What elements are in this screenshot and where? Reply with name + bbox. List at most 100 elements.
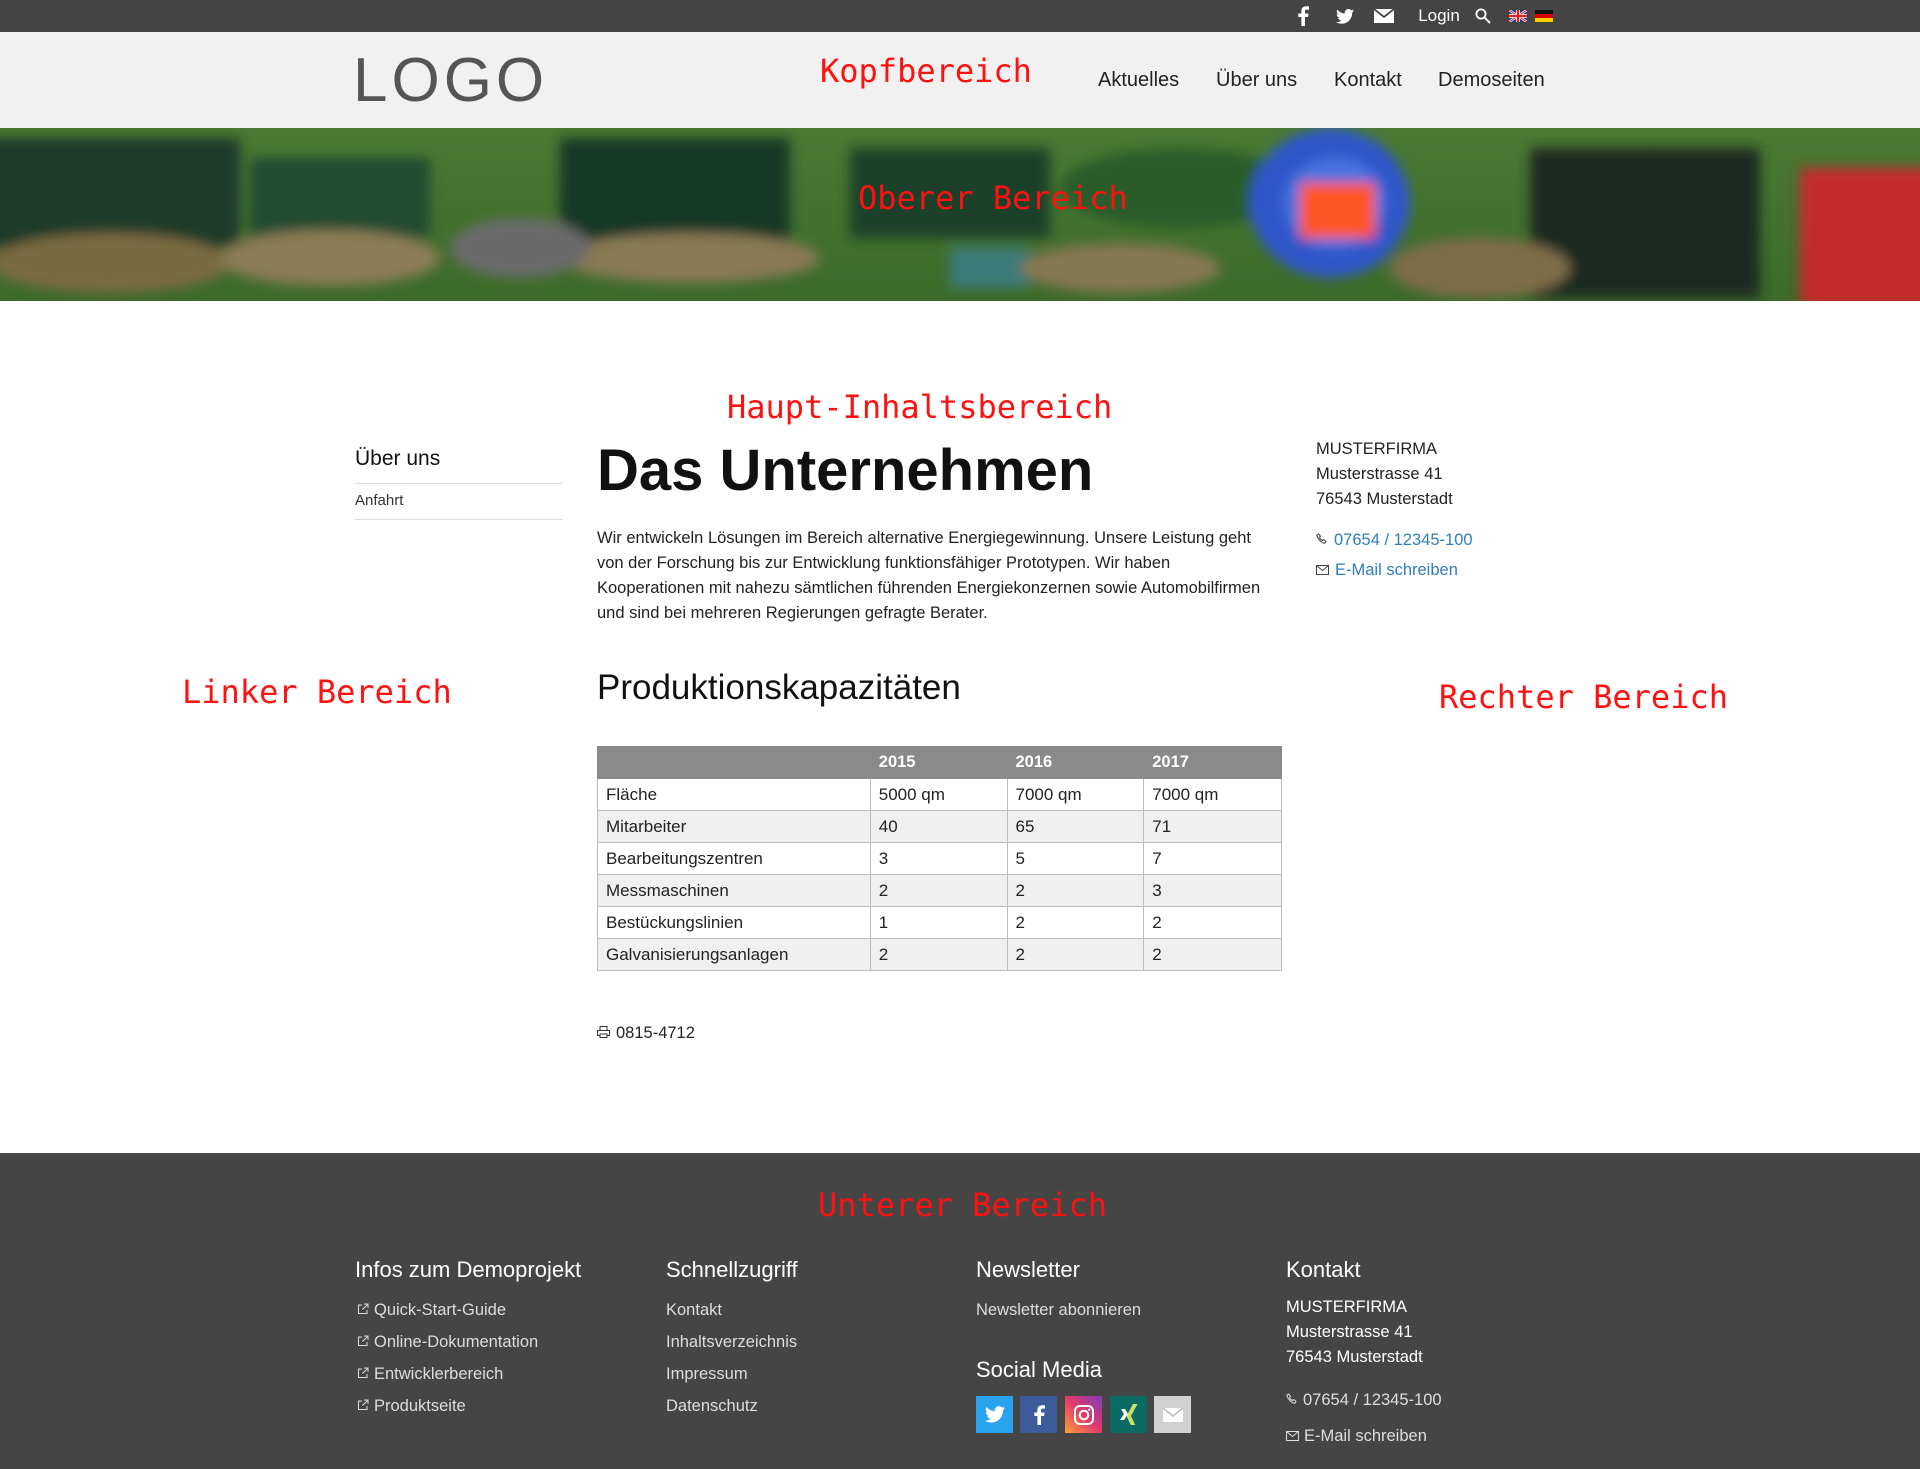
footer-phone-text: 07654 / 12345-100 (1303, 1391, 1442, 1409)
email-link[interactable]: E-Mail schreiben (1335, 558, 1458, 583)
region-label-kopf: Kopfbereich (820, 52, 1032, 90)
region-label-unten: Unterer Bereich (818, 1186, 1107, 1224)
fax-icon (597, 1024, 610, 1043)
footer-link-online-doku[interactable]: Online-Dokumentation (357, 1332, 538, 1352)
nav-item-demoseiten[interactable]: Demoseiten (1438, 52, 1545, 108)
table-cell: 5 (1006, 842, 1145, 875)
footer-link-inhaltsverzeichnis[interactable]: Inhaltsverzeichnis (666, 1332, 797, 1352)
flag-de-icon[interactable] (1534, 0, 1554, 32)
external-link-icon (357, 1396, 369, 1416)
facebook-icon[interactable] (1020, 1396, 1057, 1433)
table-cell: Mitarbeiter (597, 810, 871, 843)
contact-email[interactable]: E-Mail schreiben (1316, 558, 1473, 583)
region-label-oben: Oberer Bereich (858, 179, 1128, 217)
footer-link-label: Produktseite (374, 1397, 466, 1415)
table-cell: Bestückungslinien (597, 906, 871, 939)
sidebar-divider (355, 519, 563, 520)
footer-heading-newsletter: Newsletter (976, 1257, 1080, 1282)
region-label-haupt: Haupt-Inhaltsbereich (727, 388, 1113, 426)
nav-item-ueber-uns[interactable]: Über uns (1216, 52, 1297, 108)
facebook-icon[interactable] (1292, 0, 1314, 32)
table-cell: 7000 qm (1143, 778, 1282, 811)
footer-link-datenschutz[interactable]: Datenschutz (666, 1396, 797, 1416)
table-header-cell: 2016 (1006, 746, 1145, 779)
table-cell: Bearbeitungszentren (597, 842, 871, 875)
contact-phone[interactable]: 07654 / 12345-100 (1316, 528, 1473, 553)
footer-links-demoprojekt: Quick-Start-Guide Online-Dokumentation E… (357, 1300, 538, 1416)
table-cell: 2 (1006, 906, 1145, 939)
table-header-row: 2015 2016 2017 (597, 746, 1282, 779)
sidebar-title[interactable]: Über uns (355, 447, 440, 471)
footer-link-entwickler[interactable]: Entwicklerbereich (357, 1364, 538, 1384)
flag-uk-icon[interactable] (1508, 0, 1528, 32)
table-cell: 65 (1006, 810, 1145, 843)
search-icon[interactable] (1472, 0, 1494, 32)
company-street: Musterstrasse 41 (1316, 465, 1443, 483)
external-link-icon (357, 1332, 369, 1352)
footer-email-text: E-Mail schreiben (1304, 1427, 1427, 1445)
logo[interactable]: LOGO (353, 46, 548, 116)
table-header-cell: 2017 (1143, 746, 1282, 779)
fax-number: 0815-4712 (597, 1024, 695, 1043)
table-row: Bestückungslinien 1 2 2 (597, 906, 1282, 939)
table-row: Fläche 5000 qm 7000 qm 7000 qm (597, 778, 1282, 811)
table-cell: 5000 qm (869, 778, 1008, 811)
table-cell: 7 (1143, 842, 1282, 875)
instagram-icon[interactable] (1065, 1396, 1102, 1433)
phone-icon (1316, 528, 1328, 553)
footer-heading-schnellzugriff: Schnellzugriff (666, 1257, 798, 1282)
footer-heading-social-media: Social Media (976, 1357, 1102, 1382)
mail-icon[interactable] (1372, 0, 1396, 32)
phone-icon (1286, 1390, 1298, 1410)
login-link[interactable]: Login (1414, 0, 1464, 32)
table-row: Bearbeitungszentren 3 5 7 (597, 842, 1282, 875)
intro-text: Wir entwickeln Lösungen im Bereich alter… (597, 529, 1261, 622)
footer-street: Musterstrasse 41 (1286, 1323, 1413, 1341)
table-header-cell (597, 746, 871, 779)
twitter-icon[interactable] (1333, 0, 1357, 32)
nav-item-aktuelles[interactable]: Aktuelles (1098, 52, 1179, 108)
page-title: Das Unternehmen (597, 438, 1094, 503)
phone-link[interactable]: 07654 / 12345-100 (1334, 528, 1473, 553)
table-cell: 2 (1143, 938, 1282, 971)
twitter-icon[interactable] (976, 1396, 1013, 1433)
footer-email-link[interactable]: E-Mail schreiben (1286, 1426, 1442, 1446)
company-name: MUSTERFIRMA (1316, 440, 1437, 458)
table-cell: 40 (869, 810, 1008, 843)
sidebar-item-anfahrt[interactable]: Anfahrt (355, 492, 403, 509)
top-bar: Login (0, 0, 1920, 32)
footer-link-label: Entwicklerbereich (374, 1365, 504, 1383)
envelope-icon (1286, 1426, 1299, 1446)
capacity-table: 2015 2016 2017 Fläche 5000 qm 7000 qm 70… (597, 746, 1282, 971)
table-cell: 71 (1143, 810, 1282, 843)
footer-link-quick-start[interactable]: Quick-Start-Guide (357, 1300, 538, 1320)
footer-link-newsletter[interactable]: Newsletter abonnieren (976, 1300, 1141, 1320)
table-cell: 2 (1006, 938, 1145, 971)
table-cell: 2 (869, 874, 1008, 907)
footer-link-label: Quick-Start-Guide (374, 1301, 507, 1319)
footer-heading-kontakt: Kontakt (1286, 1257, 1361, 1282)
footer-heading-demoprojekt: Infos zum Demoprojekt (355, 1257, 582, 1282)
table-header-cell: 2015 (869, 746, 1008, 779)
footer-contact-block: MUSTERFIRMA Musterstrasse 41 76543 Muste… (1286, 1295, 1442, 1446)
footer-link-label: Online-Dokumentation (374, 1333, 539, 1351)
footer-link-impressum[interactable]: Impressum (666, 1364, 797, 1384)
footer-links-schnellzugriff: Kontakt Inhaltsverzeichnis Impressum Dat… (666, 1300, 797, 1416)
email-icon[interactable] (1154, 1396, 1191, 1433)
region-label-rechts: Rechter Bereich (1439, 678, 1728, 716)
table-cell: 2 (869, 938, 1008, 971)
footer-link-produktseite[interactable]: Produktseite (357, 1396, 538, 1416)
contact-block: MUSTERFIRMA Musterstrasse 41 76543 Muste… (1316, 437, 1473, 583)
xing-icon[interactable] (1110, 1396, 1147, 1433)
footer-company: MUSTERFIRMA (1286, 1298, 1407, 1316)
table-cell: Messmaschinen (597, 874, 871, 907)
envelope-icon (1316, 558, 1329, 583)
nav-item-kontakt[interactable]: Kontakt (1334, 52, 1402, 108)
fax-number-text: 0815-4712 (616, 1024, 695, 1042)
footer-link-kontakt[interactable]: Kontakt (666, 1300, 797, 1320)
table-cell: 7000 qm (1006, 778, 1145, 811)
external-link-icon (357, 1300, 369, 1320)
table-cell: Fläche (597, 778, 871, 811)
table-cell: 3 (1143, 874, 1282, 907)
footer-phone-link[interactable]: 07654 / 12345-100 (1286, 1390, 1442, 1410)
